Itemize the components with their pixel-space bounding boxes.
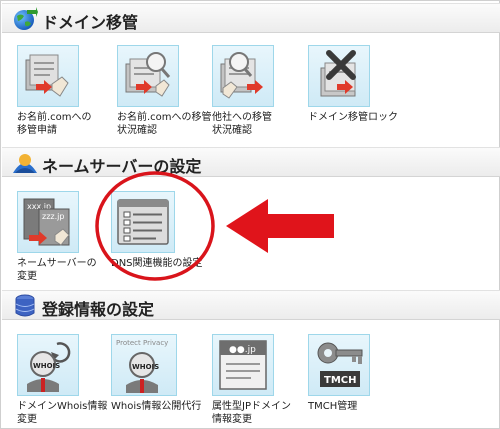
tile-icon-box[interactable]: WHOIS	[17, 334, 79, 396]
nameserver-change-icon: xxx.jp zzz.jp	[23, 198, 70, 246]
tile-label[interactable]: ドメイン移管ロック	[308, 111, 408, 124]
tile-tmch[interactable]: TMCH TMCH管理	[308, 334, 396, 413]
transfer-status-icon	[125, 52, 171, 97]
tile-icon-box[interactable]	[117, 45, 179, 107]
section-header-domain-transfer: ドメイン移管	[2, 3, 500, 33]
tile-label[interactable]: 他社への移管 状況確認	[212, 111, 312, 137]
tile-label[interactable]: 属性型JPドメイン 情報変更	[212, 400, 312, 426]
tile-jp-domain[interactable]: ●●.jp 属性型JPドメイン 情報変更	[212, 334, 300, 426]
tile-label[interactable]: お名前.comへの移管 状況確認	[117, 111, 217, 137]
section-title: 登録情報の設定	[42, 300, 155, 319]
tile-whois-privacy[interactable]: Protect Privacy WHOIS Whois情報公開代行	[111, 334, 201, 413]
icon-text-tmch: TMCH	[324, 375, 356, 386]
section-title: ドメイン移管	[42, 13, 139, 32]
tile-transfer-lock[interactable]: ドメイン移管ロック	[308, 45, 398, 124]
red-arrow-left-icon	[226, 199, 334, 253]
database-icon	[15, 294, 35, 317]
transfer-in-icon	[25, 54, 69, 97]
transfer-out-status-icon	[220, 52, 263, 99]
section-header-nameserver: ネームサーバーの設定	[2, 147, 500, 177]
tile-icon-box[interactable]	[308, 45, 370, 107]
icon-text-whois: WHOIS	[33, 362, 60, 370]
tile-transfer-in[interactable]: お名前.comへの 移管申請	[17, 45, 105, 137]
icon-text-whois: WHOIS	[132, 363, 159, 371]
tile-label[interactable]: お名前.comへの 移管申請	[17, 111, 117, 137]
tile-icon-box[interactable]: xxx.jp zzz.jp	[17, 191, 79, 253]
tile-label[interactable]: ドメインWhois情報 変更	[17, 400, 117, 426]
tile-icon-box[interactable]: ●●.jp	[212, 334, 274, 396]
tile-nameserver-change[interactable]: xxx.jp zzz.jp ネームサーバーの 変更	[17, 191, 105, 283]
tile-transfer-status[interactable]: お名前.comへの移管 状況確認	[117, 45, 212, 137]
icon-text-jp: ●●.jp	[229, 345, 256, 355]
globe-transfer-icon	[14, 7, 38, 30]
tmch-key-icon: TMCH	[317, 342, 363, 387]
jp-domain-icon: ●●.jp	[219, 340, 267, 390]
icon-text-protect-privacy: Protect Privacy	[116, 339, 168, 347]
tile-icon-box[interactable]	[212, 45, 274, 107]
whois-privacy-icon: Protect Privacy WHOIS	[116, 339, 168, 393]
tile-label[interactable]: Whois情報公開代行	[111, 400, 211, 413]
tile-transfer-out-status[interactable]: 他社への移管 状況確認	[212, 45, 300, 137]
tile-icon-box[interactable]: TMCH	[308, 334, 370, 396]
transfer-lock-icon	[320, 50, 356, 97]
page-frame: ドメイン移管 お名前.comへの 移管申請 お名前.comへの移管 状況確認 他…	[0, 0, 500, 429]
whois-change-icon: WHOIS	[27, 342, 71, 392]
tile-icon-box[interactable]: Protect Privacy WHOIS	[111, 334, 177, 396]
icon-text-zzz: zzz.jp	[42, 212, 64, 221]
tile-icon-box[interactable]	[17, 45, 79, 107]
tile-label[interactable]: TMCH管理	[308, 400, 408, 413]
highlight-circle	[95, 171, 215, 281]
section-header-registration-info: 登録情報の設定	[2, 290, 500, 320]
tile-whois-change[interactable]: WHOIS ドメインWhois情報 変更	[17, 334, 107, 426]
person-network-icon	[13, 154, 37, 173]
